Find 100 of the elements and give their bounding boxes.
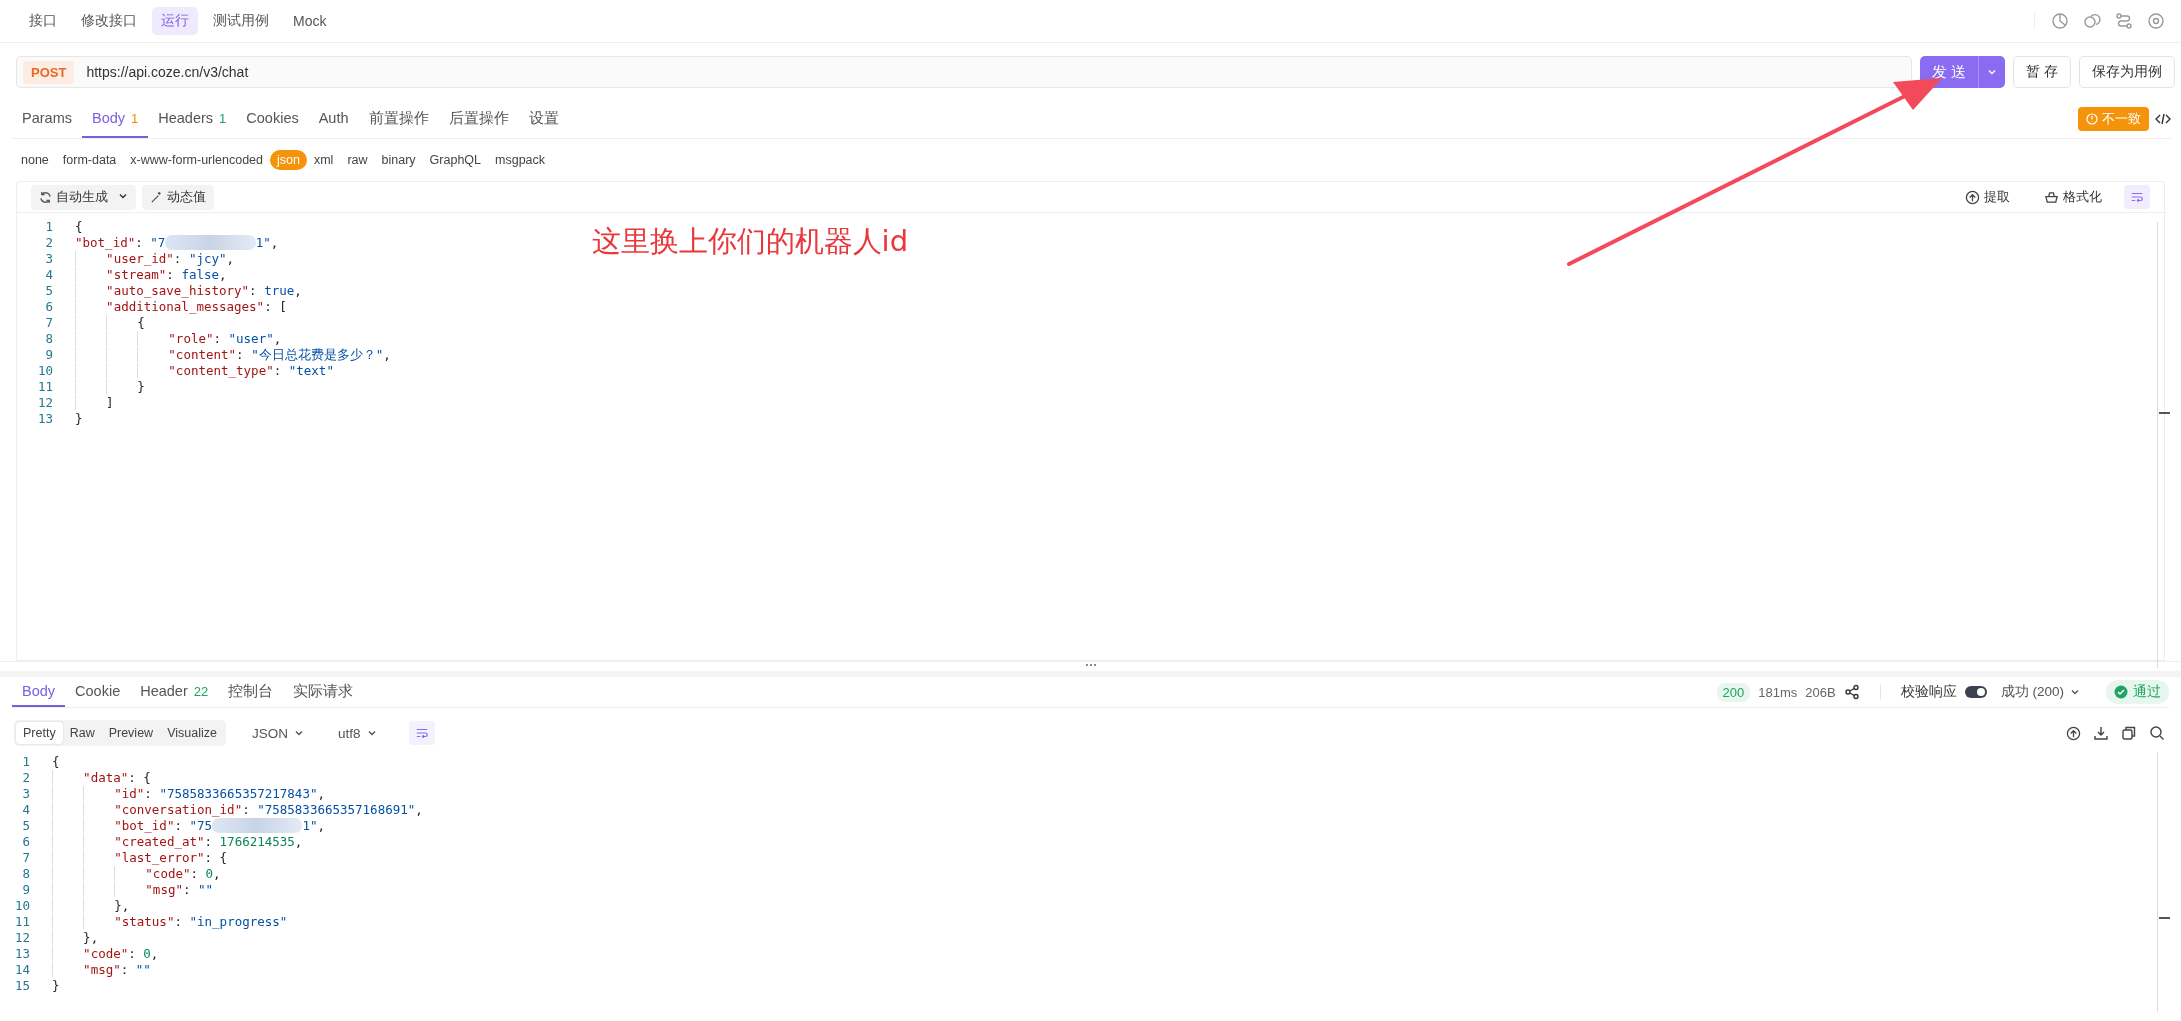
tab[interactable]: 设置: [518, 100, 569, 138]
code-line: "stream": false,: [75, 267, 227, 283]
tab[interactable]: Auth: [308, 100, 359, 138]
caret-icon: [118, 191, 128, 201]
format-select[interactable]: JSON: [245, 724, 310, 742]
alert-icon: [2086, 113, 2098, 125]
line-number: 7: [21, 850, 31, 866]
line-number: 5: [44, 283, 54, 299]
validate-toggle[interactable]: [1964, 686, 1987, 698]
pass-badge: 通过: [2106, 680, 2169, 704]
encoding-select[interactable]: utf8: [331, 724, 383, 742]
response-size: 206B: [1805, 684, 1836, 700]
code-line: {: [52, 754, 60, 770]
body-type-option[interactable]: xml: [306, 150, 341, 170]
format-button[interactable]: 格式化: [2038, 187, 2108, 207]
tab[interactable]: 实际请求: [283, 677, 364, 707]
tab[interactable]: 运行: [152, 7, 198, 35]
line-number: 9: [44, 347, 54, 363]
tab[interactable]: 测试用例: [204, 7, 278, 35]
tab[interactable]: 接口: [20, 7, 66, 35]
view-mode-button[interactable]: Visualize: [160, 722, 224, 744]
upload-icon: [1965, 189, 1980, 205]
tab[interactable]: 前置操作: [358, 100, 439, 138]
view-mode-button[interactable]: Pretty: [16, 722, 63, 744]
save-draft-button[interactable]: 暂 存: [2013, 56, 2071, 88]
code-line: }: [52, 978, 60, 994]
download-icon[interactable]: [2093, 725, 2109, 741]
code-line: "last_error": {: [52, 850, 228, 866]
caret-icon: [1987, 67, 1998, 77]
view-mode-button[interactable]: Preview: [101, 722, 161, 744]
wand-icon: [150, 190, 163, 204]
code-line: "id": "7585833665357217843",: [52, 786, 325, 802]
auto-generate-button[interactable]: 自动生成: [31, 184, 136, 210]
tab[interactable]: Body 1: [81, 100, 149, 138]
caret-icon: [366, 728, 377, 738]
line-number: 3: [21, 786, 31, 802]
body-type-option[interactable]: msgpack: [488, 150, 553, 170]
code-line: "bot_id": "75 1",: [52, 818, 325, 834]
wrap-lines-button[interactable]: [408, 721, 435, 745]
nodes-icon[interactable]: [2115, 12, 2133, 30]
save-as-case-button[interactable]: 保存为用例: [2079, 56, 2175, 88]
line-number: 13: [13, 946, 31, 962]
status-code: 200: [1716, 682, 1751, 702]
code-line: },: [52, 898, 130, 914]
tab[interactable]: 修改接口: [72, 7, 146, 35]
line-number: 2: [44, 235, 54, 251]
line-number: 12: [13, 930, 31, 946]
body-type-option[interactable]: binary: [374, 150, 423, 170]
resize-handle[interactable]: [1085, 664, 1096, 669]
line-number: 2: [21, 770, 31, 786]
line-number: 12: [36, 395, 54, 411]
settings-icon[interactable]: [2147, 12, 2165, 30]
code-line: "content_type": "text": [75, 363, 334, 379]
extract-button[interactable]: 提取: [1959, 187, 2016, 207]
line-number: 4: [21, 802, 31, 818]
upload-icon[interactable]: [2066, 725, 2081, 741]
wrap-lines-button[interactable]: [2124, 185, 2150, 209]
tab[interactable]: Mock: [284, 7, 336, 35]
body-type-option[interactable]: x-www-form-urlencoded: [123, 150, 270, 170]
tab[interactable]: 后置操作: [438, 100, 519, 138]
body-type-option[interactable]: raw: [340, 150, 375, 170]
url-text: https://api.coze.cn/v3/chat: [86, 64, 249, 80]
code-line: "additional_messages": [: [75, 299, 287, 315]
code-line: "role": "user",: [75, 331, 282, 347]
body-type-option[interactable]: none: [14, 150, 56, 170]
code-icon[interactable]: [2155, 112, 2171, 126]
code-line: {: [75, 315, 145, 331]
chat-bubbles-icon[interactable]: [2083, 12, 2101, 30]
code-line: "bot_id": "7 1",: [75, 235, 279, 251]
code-line: "msg": "": [52, 962, 151, 978]
chart-icon[interactable]: [2051, 12, 2069, 30]
tab[interactable]: Body: [12, 677, 66, 707]
line-number: 8: [21, 866, 31, 882]
copy-icon[interactable]: [2121, 725, 2137, 741]
expected-status-select[interactable]: 成功 (200): [1994, 682, 2086, 702]
tab[interactable]: Cookies: [236, 100, 309, 138]
code-line: ]: [75, 395, 114, 411]
tab[interactable]: Params: [12, 100, 82, 138]
code-line: "auto_save_history": true,: [75, 283, 302, 299]
caret-icon: [293, 728, 304, 738]
view-mode-button[interactable]: Raw: [62, 722, 102, 744]
tab[interactable]: 控制台: [218, 677, 284, 707]
dynamic-value-button[interactable]: 动态值: [142, 184, 214, 210]
code-line: "msg": "": [52, 882, 214, 898]
caret-icon: [2070, 687, 2080, 697]
url-field[interactable]: POST https://api.coze.cn/v3/chat: [16, 56, 1913, 88]
tab[interactable]: Cookie: [65, 677, 131, 707]
basket-icon: [2044, 189, 2059, 205]
tab[interactable]: Header 22: [130, 677, 219, 707]
line-number: 11: [36, 379, 54, 395]
line-number: 10: [36, 363, 54, 379]
validate-label: 校验响应: [1900, 683, 1957, 701]
line-number: 3: [44, 251, 54, 267]
code-line: {: [75, 219, 83, 235]
body-type-option[interactable]: form-data: [55, 150, 124, 170]
search-icon[interactable]: [2149, 725, 2165, 741]
refresh-icon: [39, 190, 52, 204]
tab[interactable]: Headers 1: [148, 100, 237, 138]
share-icon[interactable]: [1843, 684, 1860, 700]
body-type-option[interactable]: GraphQL: [422, 150, 488, 170]
